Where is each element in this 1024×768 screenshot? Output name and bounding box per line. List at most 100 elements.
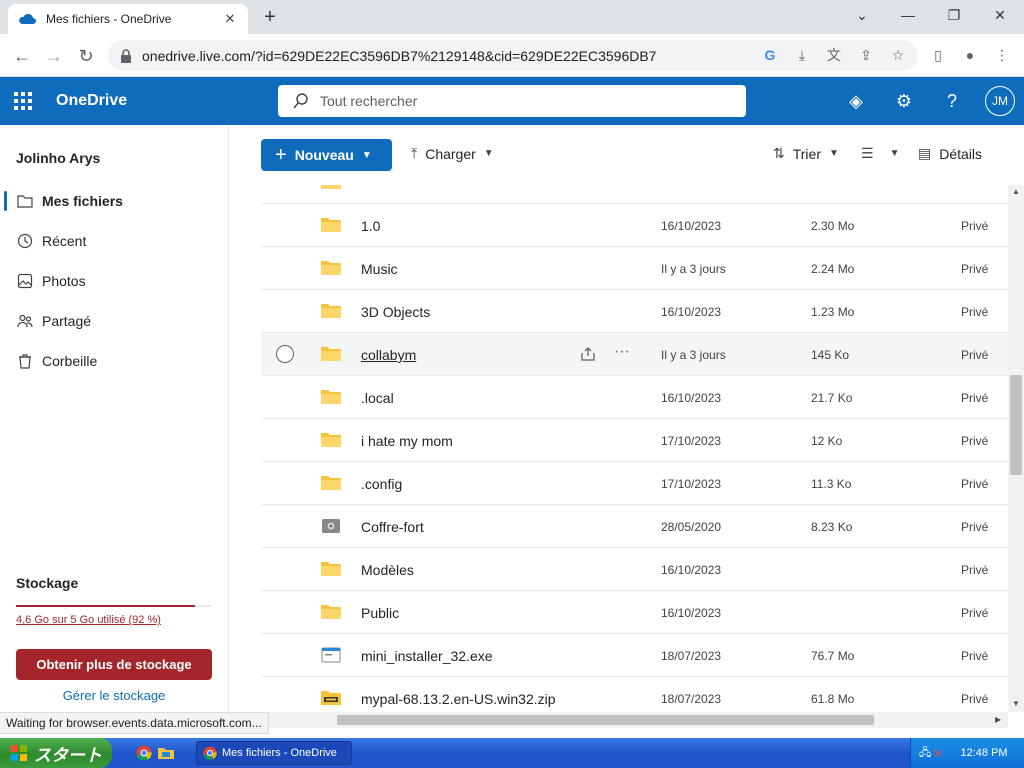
premium-diamond-icon[interactable]: ◈ (844, 89, 868, 113)
minimize-button[interactable]: — (888, 4, 928, 26)
explorer-quicklaunch-icon[interactable] (158, 745, 174, 761)
sidebar-item-shared[interactable]: Partagé (0, 303, 228, 339)
sidebar-item-recycle-bin[interactable]: Corbeille (0, 343, 228, 379)
reload-button[interactable]: ↻ (74, 44, 98, 68)
sort-button-label: Trier (792, 145, 821, 162)
close-window-button[interactable]: ✕ (980, 4, 1020, 26)
file-name[interactable]: Coffre-fort (361, 519, 424, 535)
table-row[interactable]: collabym ··· Il y a 3 jours 145 Ko Privé (261, 333, 1008, 376)
file-modified: Il y a 3 jours (661, 348, 726, 362)
view-options-button[interactable]: ☰ ▼ (861, 145, 899, 162)
app-launcher-icon[interactable] (14, 92, 32, 110)
file-size: 11.3 Ko (811, 477, 852, 491)
browser-menu-icon[interactable]: ⋮ (989, 42, 1015, 68)
share-icon[interactable] (579, 345, 597, 363)
table-row[interactable]: 1.0 16/10/2023 2.30 Mo Privé (261, 204, 1008, 247)
file-name[interactable]: .config (361, 476, 402, 492)
scroll-down-arrow-icon[interactable]: ▼ (1012, 699, 1020, 708)
details-button[interactable]: ▤ Détails (918, 145, 982, 162)
close-tab-icon[interactable]: ✕ (222, 11, 238, 27)
google-icon[interactable]: G (757, 42, 783, 68)
taskbar-window-button[interactable]: Mes fichiers - OneDrive (196, 741, 352, 765)
volume-muted-icon[interactable]: ✕ (933, 747, 942, 760)
search-box[interactable] (278, 85, 746, 117)
file-name[interactable]: mypal-68.13.2.en-US.win32.zip (361, 691, 556, 707)
back-button[interactable]: ← (10, 44, 34, 68)
table-row[interactable]: 3D Objects 16/10/2023 1.23 Mo Privé (261, 290, 1008, 333)
storage-title: Stockage (16, 575, 79, 591)
file-name[interactable]: Public (361, 605, 399, 621)
sort-button[interactable]: ⇅ Trier ▼ (773, 145, 839, 162)
file-modified: 16/10/2023 (661, 606, 722, 620)
scroll-up-arrow-icon[interactable]: ▲ (1012, 187, 1020, 196)
file-name[interactable]: Modèles (361, 562, 414, 578)
table-row[interactable]: .local 16/10/2023 21.7 Ko Privé (261, 376, 1008, 419)
folder-icon (321, 433, 341, 447)
more-actions-icon[interactable]: ··· (614, 343, 630, 361)
table-row[interactable]: Music Il y a 3 jours 2.24 Mo Privé (261, 247, 1008, 290)
tab-search-chevron-icon[interactable]: ⌄ (842, 4, 882, 26)
table-row[interactable] (261, 185, 1008, 204)
network-icon[interactable]: 🖧 (919, 744, 931, 763)
storage-usage-link[interactable]: 4,6 Go sur 5 Go utilisé (92 %) (16, 614, 161, 626)
file-name[interactable]: .local (361, 390, 394, 406)
table-row[interactable]: mini_installer_32.exe 18/07/2023 76.7 Mo… (261, 634, 1008, 677)
file-name[interactable]: 3D Objects (361, 304, 430, 320)
onedrive-header: OneDrive ◈ ⚙ ? JM (0, 77, 1024, 125)
file-name[interactable]: mini_installer_32.exe (361, 648, 493, 664)
table-row[interactable]: Modèles 16/10/2023 Privé (261, 548, 1008, 591)
folder-icon (321, 476, 341, 490)
upload-button[interactable]: ⤒ Charger ▼ (411, 145, 494, 162)
file-name[interactable]: i hate my mom (361, 433, 453, 449)
scroll-right-arrow-icon[interactable]: ▶ (995, 715, 1001, 724)
new-button[interactable]: + Nouveau ▼ (261, 139, 392, 171)
windows-logo-icon (11, 745, 27, 761)
translate-icon[interactable]: 文 (821, 42, 847, 68)
profile-icon[interactable]: ● (957, 42, 983, 68)
table-row[interactable]: i hate my mom 17/10/2023 12 Ko Privé (261, 419, 1008, 462)
side-panel-icon[interactable]: ▯ (925, 42, 951, 68)
sidebar-item-my-files[interactable]: Mes fichiers (0, 183, 228, 219)
search-input[interactable] (320, 93, 746, 109)
share-page-icon[interactable]: ⇪ (853, 42, 879, 68)
system-tray: 🖧 ✕ 12:48 PM (910, 738, 1024, 768)
table-row[interactable]: mypal-68.13.2.en-US.win32.zip 18/07/2023… (261, 677, 1008, 712)
new-tab-button[interactable]: + (260, 6, 280, 29)
help-icon[interactable]: ? (940, 89, 964, 113)
sidebar-item-photos[interactable]: Photos (0, 263, 228, 299)
file-sharing: Privé (961, 348, 989, 362)
table-row[interactable]: Public 16/10/2023 Privé (261, 591, 1008, 634)
sidebar-item-label: Partagé (42, 313, 92, 329)
install-app-icon[interactable]: ⤓ (789, 42, 815, 68)
browser-tab[interactable]: Mes fichiers - OneDrive ✕ (8, 4, 248, 34)
avatar[interactable]: JM (985, 86, 1015, 116)
table-row[interactable]: Coffre-fort 28/05/2020 8.23 Ko Privé (261, 505, 1008, 548)
maximize-button[interactable]: ❐ (934, 4, 974, 26)
select-row-radio[interactable] (276, 345, 294, 363)
file-name[interactable]: 1.0 (361, 218, 380, 234)
table-row[interactable]: .config 17/10/2023 11.3 Ko Privé (261, 462, 1008, 505)
start-button[interactable]: スタート (0, 738, 112, 768)
vault-icon (322, 519, 340, 533)
brand-title[interactable]: OneDrive (56, 92, 127, 110)
file-name[interactable]: Music (361, 261, 398, 277)
horizontal-scroll-thumb[interactable] (337, 715, 874, 725)
file-size: 12 Ko (811, 434, 843, 448)
get-more-storage-button[interactable]: Obtenir plus de stockage (16, 649, 212, 680)
people-icon (16, 312, 34, 330)
file-name[interactable]: collabym (361, 347, 416, 363)
exe-file-icon (321, 647, 341, 663)
chrome-quicklaunch-icon[interactable] (136, 745, 152, 761)
clock-icon (16, 232, 34, 250)
horizontal-scrollbar[interactable]: ▶ (229, 712, 1008, 728)
forward-button[interactable]: → (42, 44, 66, 68)
file-sharing: Privé (961, 563, 989, 577)
vertical-scroll-thumb[interactable] (1010, 375, 1022, 475)
settings-gear-icon[interactable]: ⚙ (892, 89, 916, 113)
vertical-scrollbar[interactable]: ▲ ▼ (1008, 185, 1024, 712)
lock-icon (121, 48, 131, 63)
sidebar-item-recent[interactable]: Récent (0, 223, 228, 259)
manage-storage-link[interactable]: Gérer le stockage (0, 688, 228, 703)
file-size: 8.23 Ko (811, 520, 853, 534)
bookmark-star-icon[interactable]: ☆ (885, 42, 911, 68)
